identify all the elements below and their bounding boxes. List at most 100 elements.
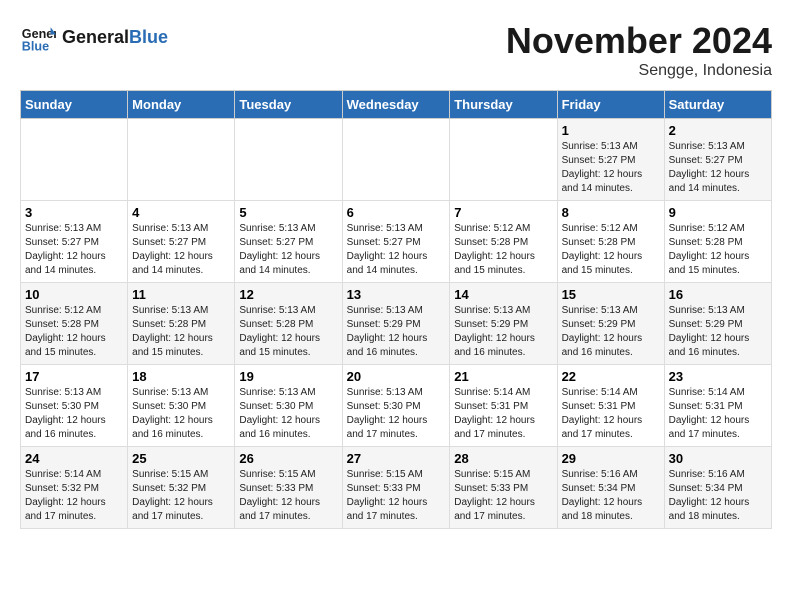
calendar-cell [128, 119, 235, 201]
day-info: Sunrise: 5:13 AM Sunset: 5:27 PM Dayligh… [25, 222, 123, 278]
day-number: 13 [347, 287, 446, 302]
calendar-cell: 20 Sunrise: 5:13 AM Sunset: 5:30 PM Dayli… [342, 365, 450, 447]
day-info: Sunrise: 5:13 AM Sunset: 5:27 PM Dayligh… [562, 140, 660, 196]
day-number: 20 [347, 369, 446, 384]
day-info: Sunrise: 5:16 AM Sunset: 5:34 PM Dayligh… [669, 468, 767, 524]
col-friday: Friday [557, 91, 664, 119]
day-number: 16 [669, 287, 767, 302]
logo-icon: General Blue [20, 20, 56, 56]
day-info: Sunrise: 5:16 AM Sunset: 5:34 PM Dayligh… [562, 468, 660, 524]
day-number: 23 [669, 369, 767, 384]
day-info: Sunrise: 5:14 AM Sunset: 5:31 PM Dayligh… [669, 386, 767, 442]
day-number: 4 [132, 205, 230, 220]
day-info: Sunrise: 5:13 AM Sunset: 5:27 PM Dayligh… [239, 222, 337, 278]
week-row-0: 1 Sunrise: 5:13 AM Sunset: 5:27 PM Daylig… [21, 119, 772, 201]
day-info: Sunrise: 5:15 AM Sunset: 5:33 PM Dayligh… [239, 468, 337, 524]
day-number: 11 [132, 287, 230, 302]
calendar-cell: 21 Sunrise: 5:14 AM Sunset: 5:31 PM Dayli… [450, 365, 557, 447]
day-info: Sunrise: 5:13 AM Sunset: 5:30 PM Dayligh… [347, 386, 446, 442]
calendar-cell: 30 Sunrise: 5:16 AM Sunset: 5:34 PM Dayli… [664, 447, 771, 529]
calendar-cell: 13 Sunrise: 5:13 AM Sunset: 5:29 PM Dayli… [342, 283, 450, 365]
calendar-cell: 8Sunrise: 5:12 AM Sunset: 5:28 PM Daylig… [557, 201, 664, 283]
calendar-cell: 16 Sunrise: 5:13 AM Sunset: 5:29 PM Dayli… [664, 283, 771, 365]
title-block: November 2024 Sengge, Indonesia [506, 20, 772, 80]
calendar-cell: 11 Sunrise: 5:13 AM Sunset: 5:28 PM Dayli… [128, 283, 235, 365]
day-info: Sunrise: 5:15 AM Sunset: 5:33 PM Dayligh… [347, 468, 446, 524]
calendar-cell [235, 119, 342, 201]
calendar-cell: 17Sunrise: 5:13 AM Sunset: 5:30 PM Dayli… [21, 365, 128, 447]
calendar-cell: 19Sunrise: 5:13 AM Sunset: 5:30 PM Dayli… [235, 365, 342, 447]
logo: General Blue GeneralBlue [20, 20, 168, 56]
col-saturday: Saturday [664, 91, 771, 119]
day-number: 10 [25, 287, 123, 302]
day-info: Sunrise: 5:13 AM Sunset: 5:29 PM Dayligh… [562, 304, 660, 360]
calendar-cell: 14 Sunrise: 5:13 AM Sunset: 5:29 PM Dayli… [450, 283, 557, 365]
day-number: 2 [669, 123, 767, 138]
day-number: 27 [347, 451, 446, 466]
week-row-1: 3 Sunrise: 5:13 AM Sunset: 5:27 PM Daylig… [21, 201, 772, 283]
col-wednesday: Wednesday [342, 91, 450, 119]
day-info: Sunrise: 5:14 AM Sunset: 5:31 PM Dayligh… [454, 386, 552, 442]
day-number: 9 [669, 205, 767, 220]
day-number: 30 [669, 451, 767, 466]
day-number: 1 [562, 123, 660, 138]
day-number: 24 [25, 451, 123, 466]
day-info: Sunrise: 5:13 AM Sunset: 5:29 PM Dayligh… [669, 304, 767, 360]
day-info: Sunrise: 5:13 AM Sunset: 5:28 PM Dayligh… [132, 304, 230, 360]
calendar-cell [21, 119, 128, 201]
day-number: 7 [454, 205, 552, 220]
calendar-cell: 29 Sunrise: 5:16 AM Sunset: 5:34 PM Dayli… [557, 447, 664, 529]
day-number: 22 [562, 369, 660, 384]
day-number: 6 [347, 205, 446, 220]
header-row: Sunday Monday Tuesday Wednesday Thursday… [21, 91, 772, 119]
svg-text:Blue: Blue [22, 40, 49, 54]
day-info: Sunrise: 5:14 AM Sunset: 5:32 PM Dayligh… [25, 468, 123, 524]
calendar-cell: 5 Sunrise: 5:13 AM Sunset: 5:27 PM Daylig… [235, 201, 342, 283]
calendar-cell: 28 Sunrise: 5:15 AM Sunset: 5:33 PM Dayli… [450, 447, 557, 529]
day-number: 21 [454, 369, 552, 384]
day-info: Sunrise: 5:13 AM Sunset: 5:29 PM Dayligh… [454, 304, 552, 360]
day-info: Sunrise: 5:13 AM Sunset: 5:28 PM Dayligh… [239, 304, 337, 360]
day-info: Sunrise: 5:13 AM Sunset: 5:27 PM Dayligh… [669, 140, 767, 196]
day-number: 26 [239, 451, 337, 466]
calendar-cell [450, 119, 557, 201]
calendar-cell: 18Sunrise: 5:13 AM Sunset: 5:30 PM Dayli… [128, 365, 235, 447]
day-info: Sunrise: 5:13 AM Sunset: 5:27 PM Dayligh… [347, 222, 446, 278]
day-number: 25 [132, 451, 230, 466]
week-row-3: 17Sunrise: 5:13 AM Sunset: 5:30 PM Dayli… [21, 365, 772, 447]
day-info: Sunrise: 5:12 AM Sunset: 5:28 PM Dayligh… [25, 304, 123, 360]
logo-text: GeneralBlue [62, 28, 168, 48]
col-tuesday: Tuesday [235, 91, 342, 119]
calendar-cell: 9Sunrise: 5:12 AM Sunset: 5:28 PM Daylig… [664, 201, 771, 283]
day-info: Sunrise: 5:13 AM Sunset: 5:27 PM Dayligh… [132, 222, 230, 278]
day-info: Sunrise: 5:13 AM Sunset: 5:30 PM Dayligh… [25, 386, 123, 442]
calendar-cell: 27 Sunrise: 5:15 AM Sunset: 5:33 PM Dayli… [342, 447, 450, 529]
calendar-cell: 23 Sunrise: 5:14 AM Sunset: 5:31 PM Dayli… [664, 365, 771, 447]
calendar-cell: 12 Sunrise: 5:13 AM Sunset: 5:28 PM Dayli… [235, 283, 342, 365]
calendar-cell: 25Sunrise: 5:15 AM Sunset: 5:32 PM Dayli… [128, 447, 235, 529]
calendar-cell: 22 Sunrise: 5:14 AM Sunset: 5:31 PM Dayli… [557, 365, 664, 447]
day-info: Sunrise: 5:13 AM Sunset: 5:30 PM Dayligh… [132, 386, 230, 442]
day-number: 29 [562, 451, 660, 466]
day-info: Sunrise: 5:14 AM Sunset: 5:31 PM Dayligh… [562, 386, 660, 442]
day-number: 15 [562, 287, 660, 302]
calendar-cell: 1 Sunrise: 5:13 AM Sunset: 5:27 PM Daylig… [557, 119, 664, 201]
day-number: 14 [454, 287, 552, 302]
day-info: Sunrise: 5:13 AM Sunset: 5:29 PM Dayligh… [347, 304, 446, 360]
page-header: General Blue GeneralBlue November 2024 S… [20, 20, 772, 80]
day-info: Sunrise: 5:12 AM Sunset: 5:28 PM Dayligh… [454, 222, 552, 278]
day-number: 3 [25, 205, 123, 220]
calendar-cell: 10 Sunrise: 5:12 AM Sunset: 5:28 PM Dayli… [21, 283, 128, 365]
col-monday: Monday [128, 91, 235, 119]
calendar-cell: 26 Sunrise: 5:15 AM Sunset: 5:33 PM Dayli… [235, 447, 342, 529]
day-number: 28 [454, 451, 552, 466]
calendar-body: 1 Sunrise: 5:13 AM Sunset: 5:27 PM Daylig… [21, 119, 772, 529]
day-info: Sunrise: 5:15 AM Sunset: 5:33 PM Dayligh… [454, 468, 552, 524]
calendar-cell: 7 Sunrise: 5:12 AM Sunset: 5:28 PM Daylig… [450, 201, 557, 283]
day-info: Sunrise: 5:12 AM Sunset: 5:28 PM Dayligh… [562, 222, 660, 278]
day-number: 5 [239, 205, 337, 220]
location-subtitle: Sengge, Indonesia [506, 62, 772, 80]
day-info: Sunrise: 5:13 AM Sunset: 5:30 PM Dayligh… [239, 386, 337, 442]
day-number: 12 [239, 287, 337, 302]
calendar-cell: 4 Sunrise: 5:13 AM Sunset: 5:27 PM Daylig… [128, 201, 235, 283]
